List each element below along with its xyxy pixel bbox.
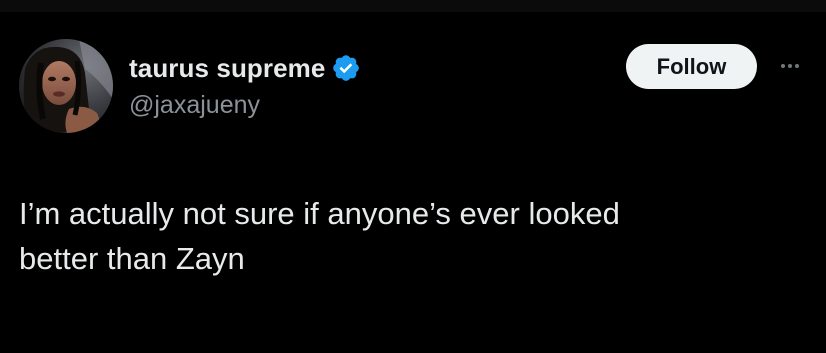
tweet-card: taurus supreme @jaxajueny Follow I’m act…	[0, 12, 826, 353]
user-handle[interactable]: @jaxajueny	[129, 91, 260, 120]
more-dot	[788, 64, 792, 68]
more-options-icon[interactable]	[773, 54, 807, 78]
avatar[interactable]	[19, 39, 113, 133]
follow-button[interactable]: Follow	[626, 44, 757, 89]
author-name-row[interactable]: taurus supreme	[129, 50, 361, 86]
more-dot	[795, 64, 799, 68]
tweet-text: I’m actually not sure if anyone’s ever l…	[19, 196, 620, 276]
top-bar	[0, 0, 826, 12]
verified-badge-icon	[331, 53, 361, 83]
profile-photo-icon	[19, 39, 113, 133]
more-dot	[781, 64, 785, 68]
display-name[interactable]: taurus supreme	[129, 53, 325, 84]
